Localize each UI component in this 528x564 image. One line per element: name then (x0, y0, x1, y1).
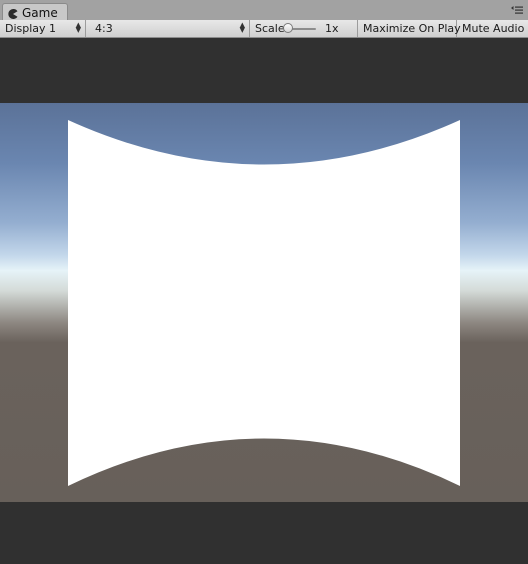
scale-label: Scale (255, 22, 285, 35)
maximize-on-play-toggle[interactable]: Maximize On Play (358, 20, 461, 37)
options-menu-icon[interactable] (510, 5, 524, 15)
scale-control: Scale 1x (250, 20, 358, 37)
dropdown-arrows-icon: ▲ ▼ (75, 21, 81, 34)
tab-game[interactable]: Game (2, 3, 68, 21)
display-dropdown[interactable]: Display 1 ▲ ▼ (0, 20, 86, 37)
aspect-dropdown[interactable]: 4:3 ▲ ▼ (90, 20, 250, 37)
mute-audio-toggle[interactable]: Mute Audio (457, 20, 528, 37)
window-tab-bar: Game (0, 0, 528, 21)
curved-white-surface (68, 120, 460, 486)
curved-surface-render (68, 120, 460, 486)
game-viewport[interactable] (0, 103, 528, 502)
aspect-dropdown-label: 4:3 (95, 22, 113, 35)
game-pacman-icon (8, 8, 18, 19)
maximize-on-play-label: Maximize On Play (363, 22, 461, 35)
scale-slider-thumb[interactable] (283, 23, 293, 33)
game-toolbar: Display 1 ▲ ▼ 4:3 ▲ ▼ Scale 1x Maximize On… (0, 20, 528, 38)
dropdown-arrows-icon: ▲ ▼ (239, 21, 245, 34)
display-dropdown-label: Display 1 (5, 22, 57, 35)
scale-value: 1x (325, 22, 339, 35)
mute-audio-label: Mute Audio (462, 22, 525, 35)
tab-title: Game (22, 5, 58, 20)
